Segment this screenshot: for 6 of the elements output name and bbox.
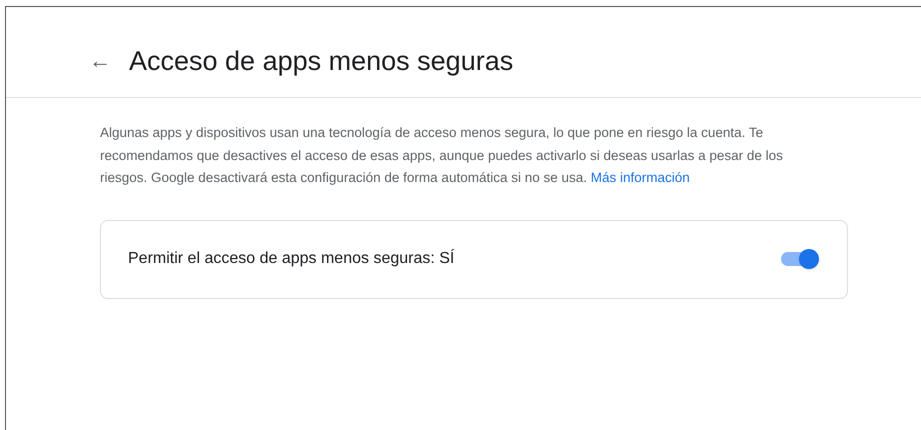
page-title: Acceso de apps menos seguras: [129, 48, 514, 74]
setting-label: Permitir el acceso de apps menos seguras: SÍ: [128, 248, 454, 269]
toggle-switch[interactable]: [779, 249, 819, 269]
more-info-link[interactable]: Más información: [590, 170, 690, 185]
description-paragraph: Algunas apps y dispositivos usan una tecnología de acceso menos segura, lo que pone en riesgo la cuenta. Te recomendamos que desactives el acceso de esas apps, aunque puedes activarlo si deseas usarlas a pesar de los riesgos. Google desactivará esta configuración de forma automática si no se usa. Más información: [100, 124, 784, 187]
back-button[interactable]: ←: [89, 50, 111, 72]
